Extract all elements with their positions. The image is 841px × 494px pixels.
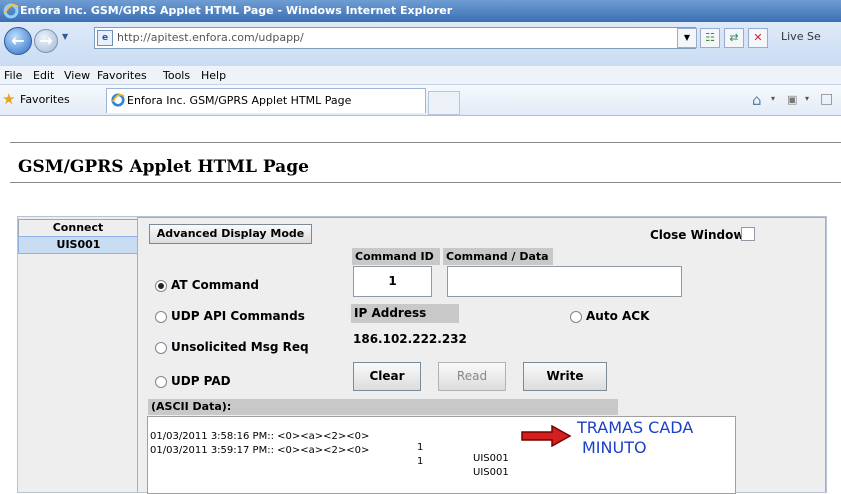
log-entry-time: 01/03/2011 3:58:16 PM:: <0><a><2><0> (150, 431, 370, 442)
forward-button[interactable]: → (34, 29, 58, 53)
compatibility-view-icon[interactable]: ☷ (700, 28, 720, 48)
back-button[interactable]: ← (4, 27, 32, 55)
print-icon[interactable]: □ (820, 91, 833, 107)
at-command-radio[interactable] (155, 280, 167, 292)
forward-arrow-icon: → (39, 31, 53, 50)
read-button[interactable]: Read (438, 362, 506, 391)
internet-explorer-icon (3, 3, 19, 19)
page-title: GSM/GPRS Applet HTML Page (18, 157, 309, 177)
favorites-bar: ★ Favorites Enfora Inc. GSM/GPRS Applet … (0, 85, 841, 116)
home-dropdown-icon[interactable]: ▾ (771, 94, 775, 103)
udp-pad-label: UDP PAD (171, 374, 231, 388)
at-command-label: AT Command (171, 278, 260, 292)
menu-view[interactable]: View (64, 69, 90, 82)
log-header: (ASCII Data): (148, 399, 618, 415)
log-entry-id: 1 (417, 456, 424, 467)
log-entry-unit: UIS001 (473, 467, 509, 478)
advanced-display-mode-button[interactable]: Advanced Display Mode (149, 224, 312, 244)
tab-connect[interactable]: Connect (18, 219, 138, 236)
address-input[interactable]: e http://apitest.enfora.com/udpapp/ (94, 27, 696, 49)
menu-favorites[interactable]: Favorites (97, 69, 147, 82)
window-title: Enfora Inc. GSM/GPRS Applet HTML Page - … (20, 4, 453, 17)
feeds-dropdown-icon[interactable]: ▾ (805, 94, 809, 103)
address-toolbar: ← → ▼ e http://apitest.enfora.com/udpapp… (0, 22, 841, 66)
menu-bar: File Edit View Favorites Tools Help (0, 66, 841, 85)
menu-help[interactable]: Help (201, 69, 226, 82)
unsolicited-msg-req-radio[interactable] (155, 342, 167, 354)
ip-address-header: IP Address (351, 304, 459, 323)
feeds-icon[interactable]: ▣ (787, 93, 797, 106)
annotation-line-2: MINUTO (582, 438, 647, 457)
command-data-header: Command / Data (443, 248, 553, 265)
browser-tab[interactable]: Enfora Inc. GSM/GPRS Applet HTML Page (106, 88, 426, 113)
divider (10, 142, 841, 143)
menu-edit[interactable]: Edit (33, 69, 54, 82)
log-entry: 01/03/2011 3:59:17 PM:: <0><a><2><0> 1 U… (150, 434, 509, 489)
favorites-star-icon: ★ (2, 90, 16, 108)
new-tab-button[interactable] (428, 91, 460, 115)
home-icon[interactable]: ⌂ (752, 91, 762, 109)
annotation-line-1: TRAMAS CADA (577, 418, 694, 437)
search-box[interactable]: Live Se (781, 30, 821, 43)
window-title-bar: Enfora Inc. GSM/GPRS Applet HTML Page - … (0, 0, 841, 22)
menu-tools[interactable]: Tools (163, 69, 190, 82)
command-id-header: Command ID (352, 248, 440, 265)
clear-button[interactable]: Clear (353, 362, 421, 391)
address-dropdown-icon[interactable]: ▼ (677, 28, 697, 48)
auto-ack-radio[interactable] (570, 311, 582, 323)
page-icon: e (97, 30, 113, 46)
close-window-label: Close Window (650, 228, 745, 242)
search-provider-icon (772, 28, 780, 46)
log-entry-unit: UIS001 (473, 453, 509, 464)
ascii-data-log[interactable]: 01/03/2011 3:58:16 PM:: <0><a><2><0> 1 U… (147, 416, 736, 494)
close-window-checkbox[interactable] (741, 227, 755, 241)
back-arrow-icon: ← (11, 31, 25, 50)
log-entry-id: 1 (417, 442, 424, 453)
tab-title: Enfora Inc. GSM/GPRS Applet HTML Page (127, 94, 352, 107)
favorites-button[interactable]: Favorites (20, 93, 70, 106)
log-entry-time: 01/03/2011 3:59:17 PM:: <0><a><2><0> (150, 445, 370, 456)
udp-api-commands-label: UDP API Commands (171, 309, 305, 323)
recent-pages-dropdown-icon[interactable]: ▼ (62, 32, 68, 41)
internet-explorer-icon (111, 93, 125, 107)
auto-ack-label: Auto ACK (586, 309, 650, 323)
udp-api-commands-radio[interactable] (155, 311, 167, 323)
command-id-input[interactable]: 1 (353, 266, 432, 297)
udp-pad-radio[interactable] (155, 376, 167, 388)
write-button[interactable]: Write (523, 362, 607, 391)
applet-container: Connect UIS001 Advanced Display Mode Clo… (17, 216, 827, 494)
divider (10, 182, 841, 183)
tab-uis001[interactable]: UIS001 (18, 236, 138, 254)
command-data-input[interactable] (447, 266, 682, 297)
ip-address-value: 186.102.222.232 (353, 332, 467, 346)
stop-icon[interactable]: ✕ (748, 28, 768, 48)
red-arrow-icon (521, 425, 572, 447)
refresh-icon[interactable]: ⇄ (724, 28, 744, 48)
unsolicited-msg-req-label: Unsolicited Msg Req (171, 340, 309, 354)
url-text: http://apitest.enfora.com/udpapp/ (117, 31, 304, 44)
menu-file[interactable]: File (4, 69, 22, 82)
